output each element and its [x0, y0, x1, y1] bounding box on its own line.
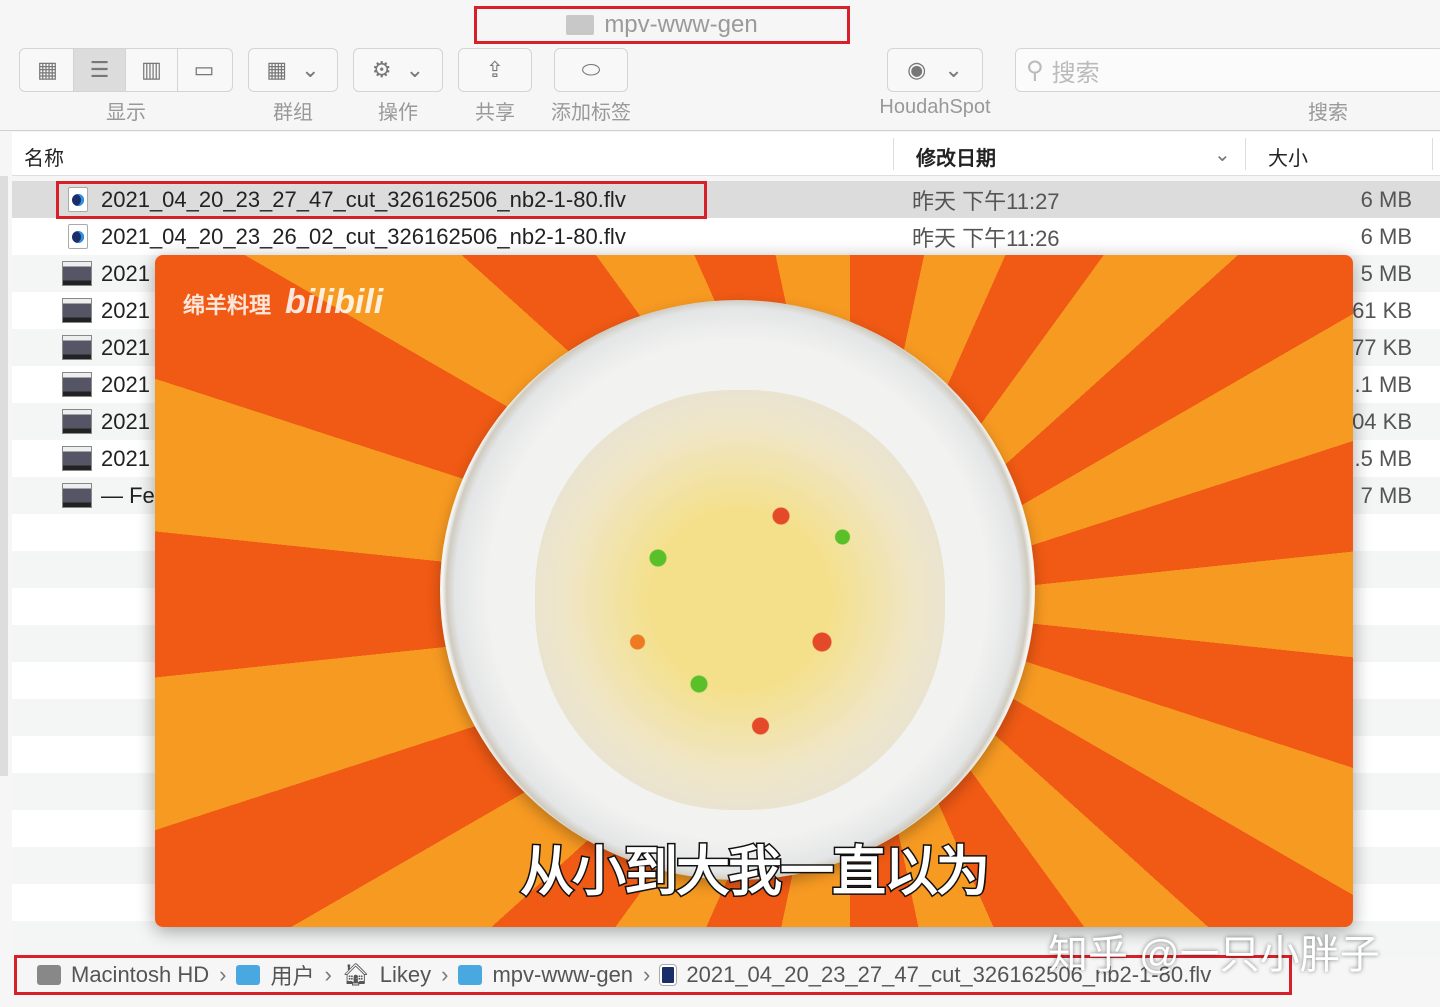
fried-rice-image [535, 390, 945, 810]
selection-highlight [56, 181, 707, 219]
gallery-view-icon[interactable]: ▭ [178, 49, 230, 91]
tag-label: 添加标签 [540, 96, 642, 125]
folder-icon [458, 965, 482, 985]
file-name: 2021 [101, 335, 150, 361]
file-name: — Fe [101, 483, 155, 509]
file-size: .1 MB [1355, 372, 1412, 398]
file-date: 昨天 下午11:26 [912, 221, 1060, 253]
path-item[interactable]: 用户 [270, 959, 314, 991]
icon-view-icon[interactable]: ▦ [22, 49, 74, 91]
list-view-icon[interactable]: ☰ [74, 49, 126, 91]
window-title: mpv-www-gen [474, 6, 850, 44]
houdahspot-icon: ◉ [907, 57, 926, 83]
video-thumbnail-icon [62, 261, 92, 286]
flv-file-icon [68, 224, 88, 249]
file-name: 2021 [101, 372, 150, 398]
view-segmented-control[interactable]: ▦☰▥▭ [19, 48, 233, 92]
tag-icon: ⬭ [582, 57, 601, 83]
file-name: 2021 [101, 298, 150, 324]
column-date[interactable]: 修改日期 [916, 142, 996, 171]
file-date: 昨天 下午11:27 [912, 184, 1060, 216]
toolbar-divider [0, 130, 1440, 131]
video-thumbnail-icon [62, 446, 92, 471]
video-thumbnail-icon [62, 372, 92, 397]
file-size: 5 MB [1361, 261, 1412, 287]
chevron-right-icon: › [219, 962, 226, 988]
column-view-icon[interactable]: ▥ [126, 49, 178, 91]
chevron-right-icon: › [325, 962, 332, 988]
video-thumbnail-icon [62, 335, 92, 360]
column-divider[interactable] [1245, 138, 1246, 170]
column-size[interactable]: 大小 [1268, 142, 1308, 171]
video-thumbnail-icon [62, 409, 92, 434]
search-label: 搜索 [1290, 96, 1366, 125]
file-row[interactable]: 2021_04_20_23_26_02_cut_326162506_nb2-1-… [12, 218, 1440, 255]
folder-icon [566, 15, 594, 35]
file-size: 6 MB [1361, 224, 1412, 250]
action-label: 操作 [353, 96, 443, 125]
video-thumbnail-icon [62, 483, 92, 508]
file-name: 2021 [101, 261, 150, 287]
path-item[interactable]: Likey [380, 962, 431, 988]
flv-file-icon [660, 965, 676, 985]
scrollbar[interactable] [0, 176, 8, 776]
search-input[interactable]: ⚲搜索 [1015, 48, 1440, 92]
home-icon: 🏠︎ [342, 962, 370, 988]
action-button[interactable]: ⚙⌄ [353, 48, 443, 92]
share-label: 共享 [458, 96, 532, 125]
quicklook-video-preview[interactable]: 绵羊料理bilibili 从小到大我一直以为 [155, 255, 1353, 927]
column-name[interactable]: 名称 [24, 142, 64, 171]
chevron-right-icon: › [441, 962, 448, 988]
hard-drive-icon [37, 965, 61, 985]
gear-icon: ⚙ [372, 57, 392, 83]
column-divider[interactable] [893, 138, 894, 170]
view-label: 显示 [19, 96, 233, 125]
column-header: 名称 修改日期 ⌄ 大小 [12, 132, 1440, 176]
share-icon: ⇪ [486, 57, 504, 83]
video-thumbnail-icon [62, 298, 92, 323]
share-button[interactable]: ⇪ [458, 48, 532, 92]
file-name: 2021 [101, 446, 150, 472]
houdahspot-button[interactable]: ◉⌄ [887, 48, 983, 92]
bilibili-logo: 绵羊料理bilibili [183, 283, 383, 322]
path-item[interactable]: mpv-www-gen [492, 962, 633, 988]
file-name: 2021 [101, 409, 150, 435]
file-size: 7 MB [1361, 483, 1412, 509]
chevron-right-icon: › [643, 962, 650, 988]
file-size: 04 KB [1352, 409, 1412, 435]
file-size: .5 MB [1355, 446, 1412, 472]
tag-button[interactable]: ⬭ [554, 48, 628, 92]
houdahspot-label: HoudahSpot [860, 96, 1010, 119]
file-size: 6 MB [1361, 187, 1412, 213]
sort-chevron-icon: ⌄ [1214, 142, 1231, 167]
chevron-down-icon: ⌄ [944, 57, 962, 83]
group-icon: ▦ [266, 57, 287, 83]
search-icon: ⚲ [1026, 56, 1044, 85]
video-subtitle: 从小到大我一直以为 [155, 827, 1353, 906]
file-size: 77 KB [1352, 335, 1412, 361]
chevron-down-icon: ⌄ [406, 57, 424, 83]
file-size: 61 KB [1352, 298, 1412, 324]
file-name: 2021_04_20_23_26_02_cut_326162506_nb2-1-… [101, 224, 626, 250]
column-divider[interactable] [1432, 138, 1433, 170]
watermark: 知乎 @一只小胖子 [1048, 922, 1380, 980]
group-button[interactable]: ▦⌄ [248, 48, 338, 92]
path-item[interactable]: Macintosh HD [71, 962, 209, 988]
users-folder-icon [236, 965, 260, 985]
chevron-down-icon: ⌄ [301, 57, 319, 83]
group-label: 群组 [248, 96, 338, 125]
